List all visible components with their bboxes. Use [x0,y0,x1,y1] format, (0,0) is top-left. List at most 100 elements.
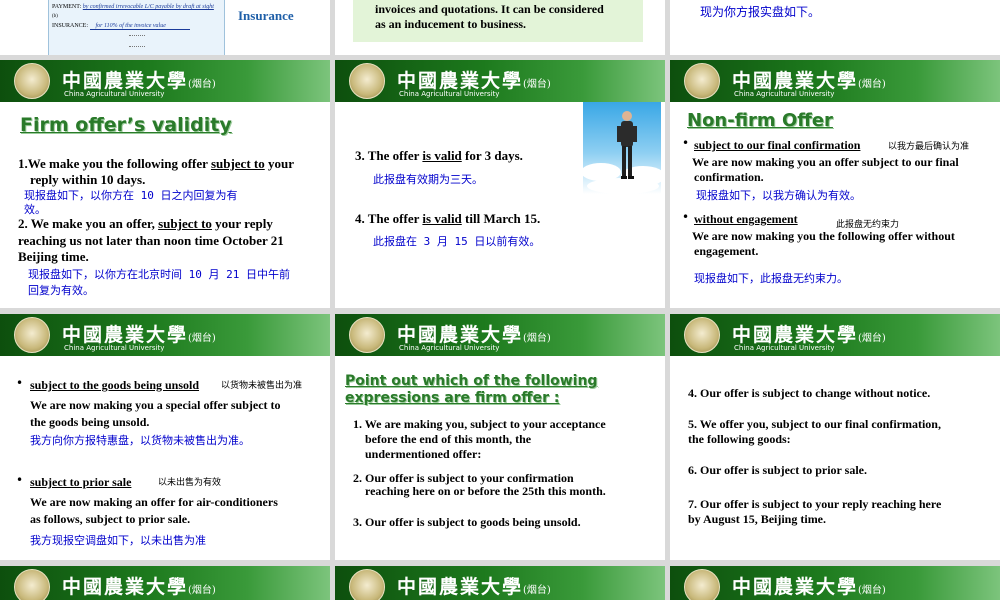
university-seal-logo [349,317,385,353]
item2-line2: reaching us not later than noon time Oct… [18,233,284,248]
slide-more-questions[interactable]: 中國農業大學(烟台) China Agricultural University… [670,314,1000,560]
header-title: 中國農業大學 [732,324,859,346]
slide-firm-offer-cn[interactable]: 现为你方报实盘如下。 [670,0,1000,55]
slide-point-out-firm[interactable]: 中國農業大學(烟台) China Agricultural University… [335,314,665,560]
question1-line2: before the end of this month, the [365,432,532,446]
header-subtitle: China Agricultural University [64,90,165,98]
header-title: 中國農業大學 [62,324,189,346]
bullet1-line1: We are now making you an offer subject t… [692,155,959,169]
university-seal-logo [684,569,720,600]
bullet2-cn: 我方现报空调盘如下，以未出售为准 [30,534,206,547]
item2-cn-line2: 回复为有效。 [28,284,94,297]
slide-heading-line1: Point out which of the following [345,373,598,389]
header-title: 中國農業大學 [397,324,524,346]
question4: 4. Our offer is subject to change withou… [688,386,931,400]
item1-line2: reply within 10 days. [30,172,146,187]
bullet2-line2: engagement. [694,244,759,258]
bullet2-cn: 现报盘如下，此报盘无约束力。 [694,272,848,285]
bullet1-cn: 现报盘如下，以我方确认为有效。 [696,189,861,202]
slide-next-1[interactable]: 中國農業大學(烟台) [0,566,330,600]
item3-cn: 此报盘有效期为三天。 [373,173,483,186]
inducement-line-1: invoices and quotations. It can be consi… [375,2,604,16]
university-seal-logo [349,569,385,600]
question1-line1: 1. We are making you, subject to your ac… [353,417,606,431]
university-seal-logo [349,63,385,99]
slide-next-2[interactable]: 中國農業大學(烟台) [335,566,665,600]
item1-text-end: your [264,156,294,171]
question7-line2: by August 15, Beijing time. [688,512,827,526]
insurance-side-label: Insurance [238,8,294,23]
document-signature-mark [129,35,145,47]
header-title: 中國農業大學 [397,576,524,598]
header-campus: (烟台) [188,79,216,90]
bullet2-line1: We are now making an offer for air-condi… [30,495,278,509]
item2-text-end: your reply [211,216,273,231]
bullet1-term: subject to the goods being unsold [30,378,200,392]
header-subtitle: China Agricultural University [399,90,500,98]
slide-heading: Non-firm Offer [687,110,833,131]
item2-cn-line1: 现报盘如下，以你方在北京时间 10 月 21 日中午前 [28,268,290,281]
bullet1-line2: the goods being unsold. [30,415,150,429]
question6: 6. Our offer is subject to prior sale. [688,463,867,477]
bullet2-note: 以未出售为有效 [158,478,222,488]
header-subtitle: China Agricultural University [399,344,500,352]
bullet-dot: • [16,473,24,487]
header-campus: (烟台) [188,585,216,596]
slide-heading: Firm offer’s validity [20,114,232,136]
document-card: PAYMENT: by confirmed irrevocable L/C pa… [48,0,225,55]
header-bar: 中國農業大學(烟台) [0,566,330,600]
businessman-figure-icon [581,111,665,194]
item3-text: 3. The offer [355,148,423,163]
slide-non-firm-offer[interactable]: 中國農業大學(烟台) China Agricultural University… [670,60,1000,308]
header-title: 中國農業大學 [732,576,859,598]
small-note: (b) [52,14,58,19]
university-seal-logo [14,317,50,353]
question7-line1: 7. Our offer is subject to your reply re… [688,497,942,511]
question5-line2: the following goods: [688,432,791,446]
bullet-dot: • [682,210,690,224]
question5-line1: 5. We offer you, subject to our final co… [688,417,941,431]
university-seal-logo [684,63,720,99]
header-subtitle: China Agricultural University [734,344,835,352]
university-seal-logo [14,63,50,99]
item2-text: 2. We make you an offer, [18,216,159,231]
item1-text: 1.We make you the following offer [18,156,211,171]
item3-text-end: for 3 days. [461,148,523,163]
header-title: 中國農業大學 [732,70,859,92]
header-bar: 中國農業大學(烟台) China Agricultural University [335,314,665,356]
header-campus: (烟台) [858,333,886,344]
slide-next-3[interactable]: 中國農業大學(烟台) [670,566,1000,600]
question2-line2: reaching here on or before the 25th this… [365,484,606,498]
slide-firm-offer-validity[interactable]: 中國農業大學(烟台) China Agricultural University… [0,60,330,308]
item2-term: subject to [158,216,212,231]
header-campus: (烟台) [188,333,216,344]
university-seal-logo [14,569,50,600]
bullet-dot: • [682,136,690,150]
header-subtitle: China Agricultural University [64,344,165,352]
item1-term: subject to [210,156,265,171]
businessman-on-clouds-image [581,102,665,194]
slide-goods-unsold[interactable]: 中國農業大學(烟台) China Agricultural University… [0,314,330,560]
header-title: 中國農業大學 [397,70,524,92]
slide-offer-valid[interactable]: 中國農業大學(烟台) China Agricultural University… [335,60,665,308]
bullet1-note: 以我方最后确认为准 [888,142,970,152]
slide-inducement[interactable]: invoices and quotations. It can be consi… [335,0,665,55]
firm-offer-cn-line: 现为你方报实盘如下。 [700,5,821,19]
header-campus: (烟台) [858,585,886,596]
bullet1-note: 以货物未被售出为准 [221,381,303,391]
header-bar: 中國農業大學(烟台) China Agricultural University [0,60,330,102]
payment-label: PAYMENT: [52,4,82,10]
header-title: 中國農業大學 [62,70,189,92]
bullet2-term: subject to prior sale [30,475,132,489]
slide-payment-terms[interactable]: PAYMENT: by confirmed irrevocable L/C pa… [0,0,330,55]
header-campus: (烟台) [523,333,551,344]
bullet1-line2: confirmation. [694,170,764,184]
header-title: 中國農業大學 [62,576,189,598]
header-bar: 中國農業大學(烟台) China Agricultural University [670,314,1000,356]
slide-heading-line2: expressions are firm offer : [345,390,560,406]
header-bar: 中國農業大學(烟台) China Agricultural University [0,314,330,356]
item3-term: is valid [422,148,462,163]
item2-line3: Beijing time. [18,249,89,264]
university-seal-logo [684,317,720,353]
header-subtitle: China Agricultural University [734,90,835,98]
